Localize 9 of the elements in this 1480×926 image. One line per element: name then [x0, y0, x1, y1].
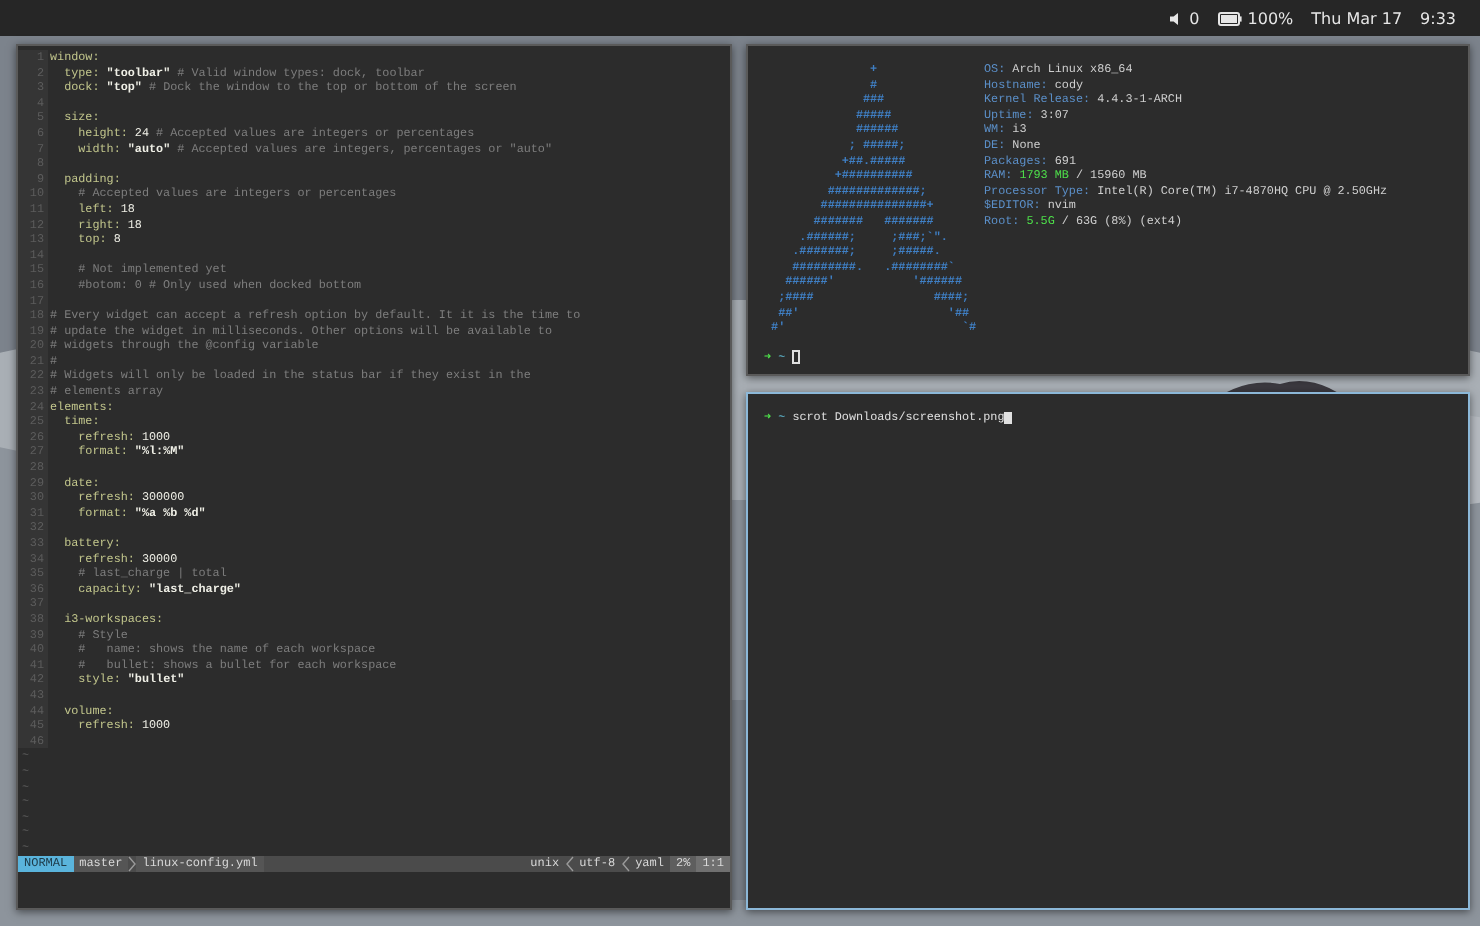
separator-icon	[565, 856, 574, 872]
battery-icon	[1217, 11, 1242, 25]
date-text: Thu Mar 17	[1311, 9, 1403, 27]
battery-level: 100%	[1247, 9, 1294, 27]
volume-level: 0	[1189, 9, 1200, 27]
separator-icon	[128, 856, 137, 872]
separator-icon	[621, 856, 630, 872]
clock-time: 9:33	[1420, 9, 1456, 27]
speaker-icon	[1169, 11, 1184, 25]
